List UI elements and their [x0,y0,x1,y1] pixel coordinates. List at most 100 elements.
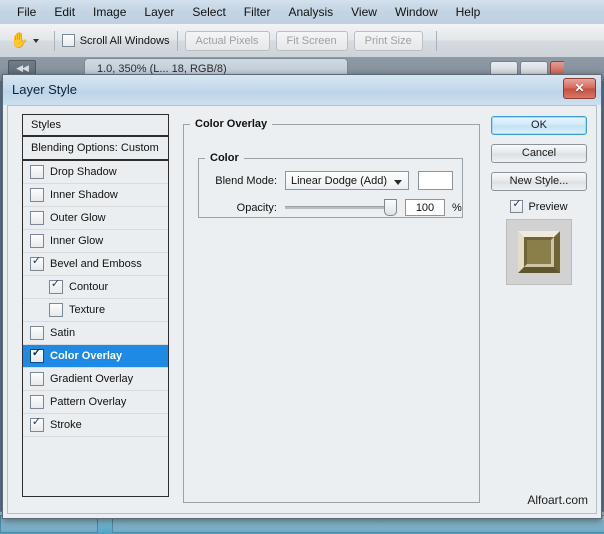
screen: FileEditImageLayerSelectFilterAnalysisVi… [0,0,604,534]
menu-item-view[interactable]: View [342,3,386,21]
print-size-button[interactable]: Print Size [354,31,423,51]
styles-header: Styles [22,114,169,137]
styles-item-label: Drop Shadow [50,166,117,178]
dialog-close-icon[interactable]: ✕ [563,78,596,99]
color-swatch[interactable] [418,171,453,190]
opacity-unit: % [452,202,462,214]
scroll-all-windows-label: Scroll All Windows [80,35,170,47]
menu-bar: FileEditImageLayerSelectFilterAnalysisVi… [0,0,604,25]
styles-item-drop-shadow[interactable]: Drop Shadow [23,161,168,184]
styles-item-checkbox[interactable] [30,372,44,386]
ok-button[interactable]: OK [491,116,587,135]
dialog-actions: OK Cancel New Style... Preview [491,116,587,285]
color-overlay-fieldset: Color Overlay Color Blend Mode: Linear D… [183,118,480,503]
color-group-fieldset: Color Blend Mode: Linear Dodge (Add) Opa… [198,152,463,218]
dialog-title-bar[interactable]: Layer Style ✕ [3,75,601,105]
styles-item-checkbox[interactable] [30,326,44,340]
styles-item-satin[interactable]: Satin [23,322,168,345]
color-group-legend: Color [205,152,244,164]
styles-item-label: Outer Glow [50,212,106,224]
styles-item-checkbox[interactable] [30,349,44,363]
styles-item-checkbox[interactable] [49,280,63,294]
opacity-label: Opacity: [199,202,277,214]
styles-item-label: Texture [69,304,105,316]
styles-item-inner-glow[interactable]: Inner Glow [23,230,168,253]
menu-item-layer[interactable]: Layer [135,3,183,21]
styles-item-stroke[interactable]: Stroke [23,414,168,437]
styles-item-label: Bevel and Emboss [50,258,142,270]
color-overlay-legend: Color Overlay [190,118,272,130]
styles-item-label: Pattern Overlay [50,396,126,408]
divider [436,31,437,51]
blend-mode-row: Blend Mode: Linear Dodge (Add) [199,171,462,190]
opacity-slider-thumb[interactable] [384,199,397,216]
styles-item-label: Stroke [50,419,82,431]
new-style-button[interactable]: New Style... [491,172,587,191]
styles-list[interactable]: Blending Options: Custom Drop Shadow Inner… [22,137,169,497]
preview-checkbox[interactable]: Preview [491,200,587,213]
styles-item-texture[interactable]: Texture [23,299,168,322]
menu-item-help[interactable]: Help [447,3,490,21]
styles-item-checkbox[interactable] [30,211,44,225]
styles-item-checkbox[interactable] [30,188,44,202]
preview-label: Preview [528,201,567,213]
styles-item-pattern-overlay[interactable]: Pattern Overlay [23,391,168,414]
styles-item-outer-glow[interactable]: Outer Glow [23,207,168,230]
tool-options-bar: ✋ Scroll All Windows Actual Pixels Fit S… [0,24,604,58]
bevel-inner-shape [524,237,554,267]
divider [54,31,55,51]
opacity-row: Opacity: 100 % [199,199,462,216]
checkbox-box[interactable] [62,34,75,47]
styles-item-checkbox[interactable] [30,165,44,179]
preview-thumbnail [506,219,572,285]
styles-item-checkbox[interactable] [30,418,44,432]
styles-item-checkbox[interactable] [30,257,44,271]
watermark: Alfoart.com [527,493,588,507]
blend-mode-select[interactable]: Linear Dodge (Add) [285,171,409,190]
styles-item-checkbox[interactable] [30,395,44,409]
chevron-down-icon[interactable] [33,39,39,43]
scroll-all-windows-checkbox[interactable]: Scroll All Windows [62,34,170,47]
hand-tool-icon[interactable]: ✋ [10,33,29,48]
opacity-slider[interactable] [285,206,391,209]
styles-item-label: Contour [69,281,108,293]
menu-item-edit[interactable]: Edit [45,3,84,21]
dialog-title: Layer Style [12,82,77,97]
preview-thumbnail-art [518,231,560,273]
styles-item-label: Satin [50,327,75,339]
dialog-body: Styles Blending Options: Custom Drop Shad… [7,105,597,514]
opacity-input[interactable]: 100 [405,199,445,216]
styles-item-label: Gradient Overlay [50,373,133,385]
styles-item-label: Inner Shadow [50,189,118,201]
color-overlay-pane: Color Overlay Color Blend Mode: Linear D… [183,114,480,503]
menu-item-image[interactable]: Image [84,3,135,21]
layer-style-dialog: Layer Style ✕ Styles Blending Options: C… [2,74,602,519]
styles-item-inner-shadow[interactable]: Inner Shadow [23,184,168,207]
blend-mode-value: Linear Dodge (Add) [291,175,387,187]
blend-mode-label: Blend Mode: [199,175,277,187]
menu-item-select[interactable]: Select [183,3,234,21]
styles-item-color-overlay[interactable]: Color Overlay [23,345,168,368]
styles-item-checkbox[interactable] [30,234,44,248]
styles-column: Styles Blending Options: Custom Drop Shad… [22,114,169,497]
fit-screen-button[interactable]: Fit Screen [276,31,348,51]
actual-pixels-button[interactable]: Actual Pixels [185,31,270,51]
menu-item-window[interactable]: Window [386,3,447,21]
styles-item-label: Color Overlay [50,350,122,362]
hand-tool-group[interactable]: ✋ [0,33,47,48]
styles-item-label: Inner Glow [50,235,103,247]
styles-item-blending-options[interactable]: Blending Options: Custom [23,137,168,161]
menu-bar-items: FileEditImageLayerSelectFilterAnalysisVi… [0,0,604,24]
checkbox-box[interactable] [510,200,523,213]
styles-item-contour[interactable]: Contour [23,276,168,299]
menu-item-filter[interactable]: Filter [235,3,280,21]
styles-item-bevel-and-emboss[interactable]: Bevel and Emboss [23,253,168,276]
styles-item-label: Blending Options: Custom [31,142,159,154]
cancel-button[interactable]: Cancel [491,144,587,163]
styles-item-gradient-overlay[interactable]: Gradient Overlay [23,368,168,391]
chevron-down-icon[interactable] [394,180,402,185]
divider [177,31,178,51]
menu-item-file[interactable]: File [8,3,45,21]
menu-item-analysis[interactable]: Analysis [279,3,342,21]
styles-item-checkbox[interactable] [49,303,63,317]
